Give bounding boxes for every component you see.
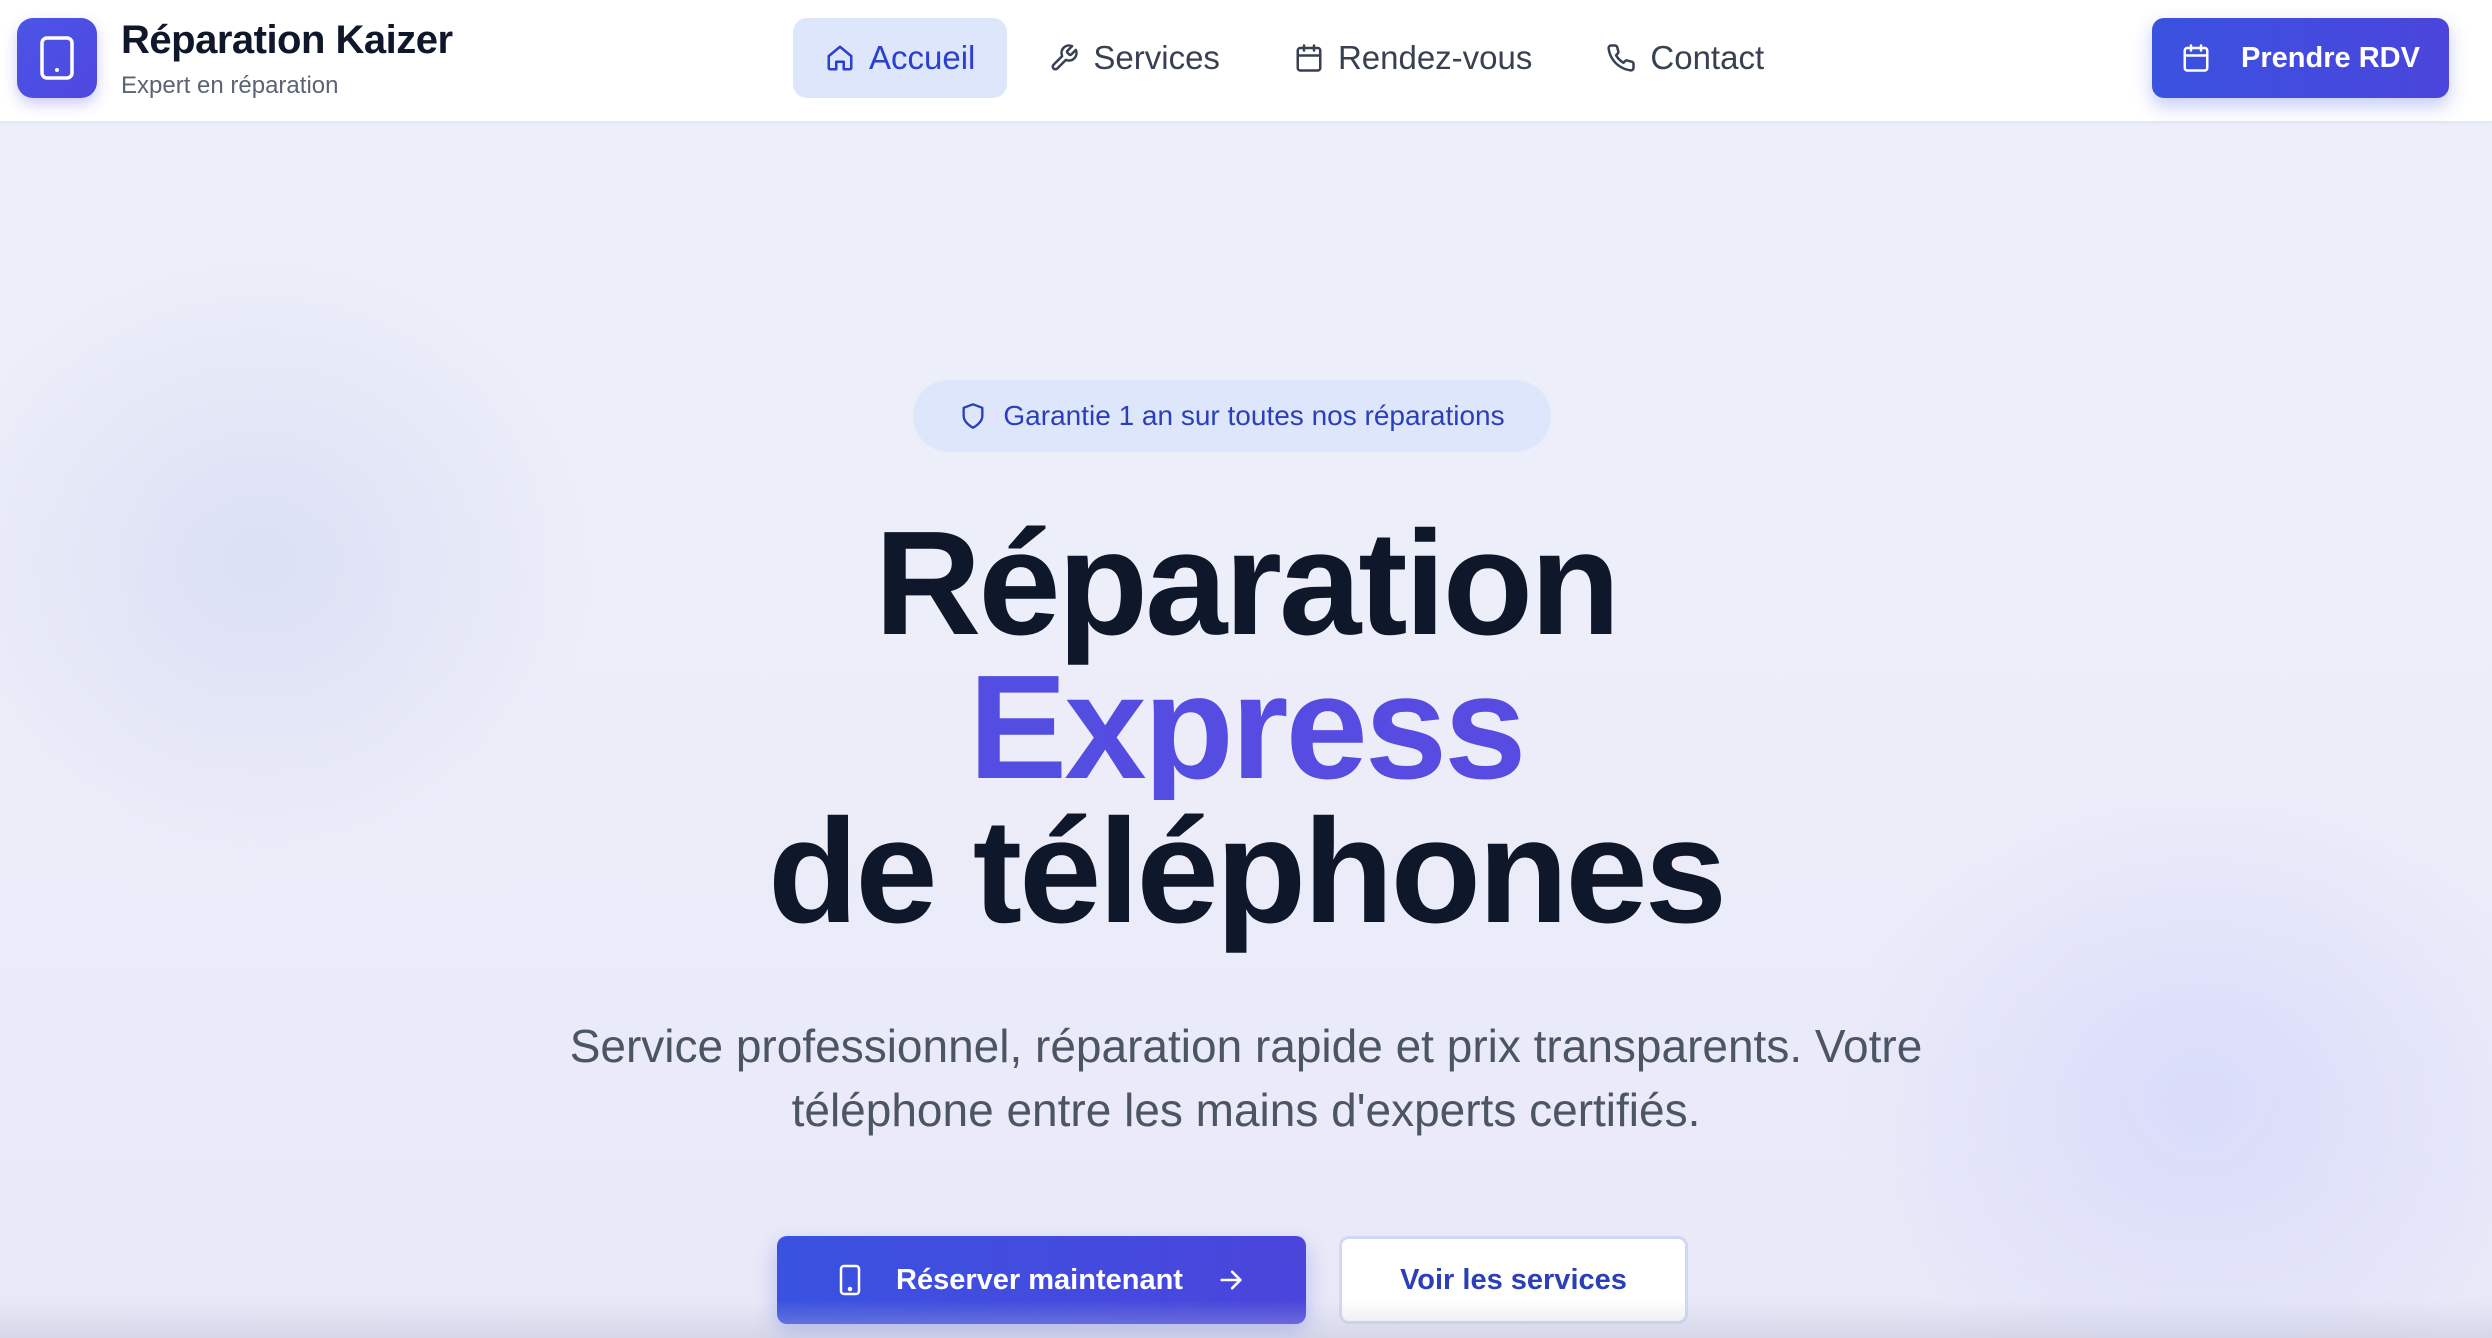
voir-les-services-button[interactable]: Voir les services <box>1339 1236 1688 1324</box>
nav-item-rendez-vous[interactable]: Rendez-vous <box>1262 18 1564 98</box>
home-icon <box>827 45 853 71</box>
nav-item-contact[interactable]: Contact <box>1574 18 1796 98</box>
arrow-right-icon <box>1220 1270 1242 1290</box>
hero-title-line3: de téléphones <box>767 789 1727 954</box>
wrench-icon <box>1051 44 1079 71</box>
hero-title-accent: Express <box>0 654 2492 802</box>
nav-item-label: Rendez-vous <box>1337 39 1533 76</box>
nav-item-label: Accueil <box>869 39 976 76</box>
hero-description: Service professionnel, réparation rapide… <box>569 1020 1923 1136</box>
calendar-icon <box>1296 44 1322 72</box>
hero-title-line1: Réparation <box>874 501 1620 666</box>
guarantee-badge-text: Garantie 1 an sur toutes nos réparations <box>1003 400 1505 431</box>
page: Réparation Kaizer Expert en réparation A… <box>0 0 2492 1338</box>
hero-title: Réparation Express de téléphones <box>0 501 2492 954</box>
nav-item-label: Services <box>1093 39 1220 76</box>
main-nav: Accueil Services Rendez-vous Contact <box>793 18 1796 98</box>
prendre-rdv-button[interactable]: Prendre RDV <box>2152 18 2449 98</box>
brand-title[interactable]: Réparation Kaizer <box>121 18 453 63</box>
reserver-maintenant-button[interactable]: Réserver maintenant <box>777 1236 1306 1324</box>
phone-icon <box>1607 44 1636 72</box>
reserver-maintenant-label: Réserver maintenant <box>896 1263 1183 1296</box>
calendar-icon <box>2183 44 2209 72</box>
nav-item-label: Contact <box>1650 39 1765 76</box>
site-header: Réparation Kaizer Expert en réparation A… <box>0 0 2492 122</box>
brand-subtitle: Expert en réparation <box>121 72 339 99</box>
shield-icon <box>962 403 984 429</box>
smartphone-icon <box>839 1264 861 1296</box>
nav-item-services[interactable]: Services <box>1017 18 1252 98</box>
guarantee-badge: Garantie 1 an sur toutes nos réparations <box>913 380 1551 452</box>
prendre-rdv-label: Prendre RDV <box>2241 41 2420 74</box>
smartphone-icon <box>40 36 74 80</box>
voir-les-services-label: Voir les services <box>1400 1263 1627 1296</box>
nav-item-accueil[interactable]: Accueil <box>793 18 1008 98</box>
logo[interactable] <box>17 18 97 98</box>
